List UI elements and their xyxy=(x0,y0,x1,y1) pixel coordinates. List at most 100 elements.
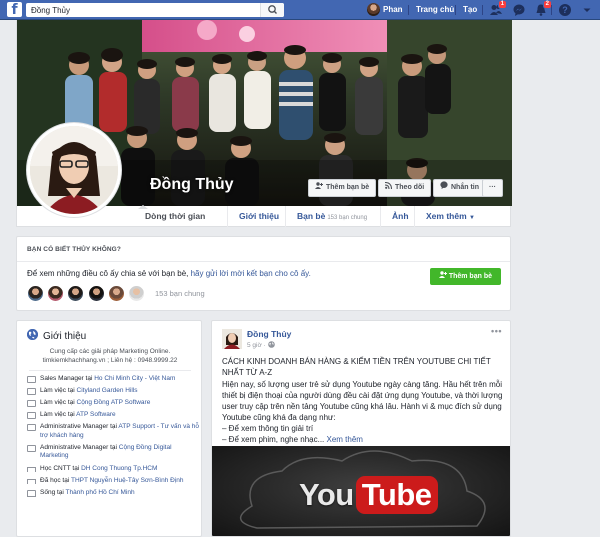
post-author-avatar[interactable] xyxy=(222,329,242,349)
tab-about[interactable]: Giới thiệu xyxy=(227,206,279,227)
intro-item-link[interactable]: Thành phố Hồ Chí Minh xyxy=(66,489,135,496)
mutual-friend-avatar[interactable] xyxy=(107,285,125,302)
intro-item-education: Học CNTT tại DH Cong Thuong Tp.HCM xyxy=(27,465,199,474)
intro-title-label: Giới thiệu xyxy=(43,331,87,342)
chevron-down-icon: ▼ xyxy=(469,215,475,221)
send-request-link[interactable]: hãy gửi lời mời kết bạn cho cô ấy. xyxy=(191,269,311,278)
see-more-link[interactable]: Xem thêm xyxy=(327,435,363,444)
mutual-friends-count[interactable]: 153 bạn chung xyxy=(155,289,205,298)
home-link[interactable]: Trang chủ xyxy=(416,3,454,17)
mutual-friend-avatar[interactable] xyxy=(87,285,105,302)
mutual-friend-avatar[interactable] xyxy=(47,285,65,302)
post-time-label: 5 giờ · xyxy=(247,342,268,349)
rss-icon xyxy=(384,180,393,196)
tab-more[interactable]: Xem thêm ▼ xyxy=(414,206,475,227)
messenger-icon[interactable] xyxy=(512,3,526,17)
dropdown-arrow-icon[interactable] xyxy=(580,3,594,17)
divider xyxy=(17,261,510,262)
add-friend-icon xyxy=(438,271,449,280)
friend-requests-icon[interactable]: 1 xyxy=(489,0,507,17)
bio-line-1: Cung cấp các giải pháp Marketing Online. xyxy=(49,348,171,355)
intro-title: Giới thiệu xyxy=(27,329,86,342)
divider xyxy=(29,370,191,371)
add-friend-button[interactable]: Thêm bạn bè xyxy=(308,179,377,197)
intro-item-education: Đã học tại THPT Nguyễn Huệ-Tây Sơn-Bình … xyxy=(27,477,199,486)
intro-item-prefix: Administrative Manager tại xyxy=(40,443,119,451)
post-image[interactable]: You Tube xyxy=(212,446,510,536)
post-author-name[interactable]: Đồng Thủy xyxy=(247,329,291,339)
intro-item-work: Administrative Manager tại Cộng Đồng Dig… xyxy=(27,444,199,461)
intro-item-link[interactable]: Cityland Garden Hills xyxy=(77,387,138,394)
briefcase-icon xyxy=(27,424,36,432)
messenger-small-icon xyxy=(440,180,448,196)
post-headline: CÁCH KINH DOANH BÁN HÀNG & KIẾM TIỀN TRÊ… xyxy=(222,357,491,377)
facebook-logo-icon[interactable]: f xyxy=(7,2,22,17)
create-link[interactable]: Tạo xyxy=(463,3,477,17)
intro-item-link[interactable]: Cộng Đồng ATP Software xyxy=(77,399,151,406)
briefcase-icon xyxy=(27,376,36,383)
tab-more-label: Xem thêm xyxy=(426,211,467,221)
tab-friends-mutual: 153 bạn chung xyxy=(327,215,368,221)
graduation-cap-icon xyxy=(27,478,36,484)
post-bullet-text: – Để xem phim, nghe nhạc... xyxy=(222,435,327,444)
follow-button[interactable]: Theo dõi xyxy=(378,179,432,197)
intro-item-link[interactable]: ATP Software xyxy=(76,411,116,418)
post-bullet: – Để xem phim, nghe nhạc... Xem thêm xyxy=(222,434,507,445)
profile-picture[interactable] xyxy=(26,122,122,218)
intro-item-prefix: Sống tại xyxy=(40,488,66,496)
follow-label: Theo dõi xyxy=(395,184,425,191)
message-button[interactable]: Nhắn tin xyxy=(433,179,486,197)
intro-item-work: Làm việc tại ATP Software xyxy=(27,411,199,420)
briefcase-icon xyxy=(27,400,36,408)
intro-item-prefix: Làm việc tại xyxy=(40,387,77,395)
profile-photo-illustration xyxy=(30,126,118,214)
mutual-friend-avatar[interactable] xyxy=(128,285,146,302)
youtube-logo: You Tube xyxy=(299,476,438,518)
post-timestamp[interactable]: 5 giờ · xyxy=(247,341,275,349)
add-friend-icon xyxy=(315,180,323,196)
add-friend-green-label: Thêm bạn bè xyxy=(448,273,492,280)
post-body-text: Hiện nay, số lượng user trẻ sử dụng Yout… xyxy=(222,380,503,422)
post-card: Đồng Thủy 5 giờ · ••• CÁCH KINH DOANH BÁ… xyxy=(211,320,511,537)
svg-text:?: ? xyxy=(562,5,568,15)
globe-icon xyxy=(267,341,275,349)
youtube-logo-you: You xyxy=(299,477,354,512)
briefcase-icon xyxy=(27,412,36,420)
tab-timeline[interactable]: Dòng thời gian xyxy=(145,206,205,227)
notifications-icon[interactable]: 2 xyxy=(534,0,552,17)
avatar xyxy=(367,3,380,17)
intro-item-prefix: Làm việc tại xyxy=(40,399,77,407)
post-options-button[interactable]: ••• xyxy=(491,326,502,336)
nav-divider xyxy=(551,5,552,15)
intro-item-link[interactable]: THPT Nguyễn Huệ-Tây Sơn-Bình Định xyxy=(71,477,184,484)
friend-requests-badge: 1 xyxy=(497,0,507,9)
bio-line-2: timkiemkhachhang.vn ; Liên hệ : 0948.999… xyxy=(42,357,178,364)
mutual-friend-avatar[interactable] xyxy=(27,285,44,302)
add-friend-green-button[interactable]: Thêm bạn bè xyxy=(429,268,501,285)
friend-suggestion-text: Để xem những điều cô ấy chia sẻ với bạn … xyxy=(27,269,311,278)
briefcase-icon xyxy=(27,444,36,452)
profile-name: Đồng Thủy xyxy=(150,176,234,193)
mutual-friend-avatar[interactable] xyxy=(67,285,85,302)
intro-item-prefix: Administrative Manager tại xyxy=(40,423,119,431)
nav-divider xyxy=(482,5,483,15)
more-options-button[interactable]: ··· xyxy=(482,179,503,197)
nav-divider xyxy=(455,5,456,15)
help-icon[interactable]: ? xyxy=(558,3,572,17)
briefcase-icon xyxy=(27,388,36,396)
intro-item-link[interactable]: DH Cong Thuong Tp.HCM xyxy=(81,465,157,472)
profile-shortcut[interactable]: Phan xyxy=(367,3,403,17)
add-friend-label: Thêm bạn bè xyxy=(326,184,370,191)
intro-item-work: Làm việc tại Cityland Garden Hills xyxy=(27,387,199,396)
search-input[interactable] xyxy=(26,3,254,17)
intro-item-link[interactable]: Ho Chi Minh City - Việt Nam xyxy=(94,375,175,382)
tab-friends-label: Bạn bè xyxy=(297,211,326,221)
tab-photos[interactable]: Ảnh xyxy=(380,206,409,227)
tab-friends[interactable]: Bạn bè 153 bạn chung xyxy=(285,206,367,227)
active-tab-indicator xyxy=(138,205,148,209)
search-box xyxy=(26,3,284,17)
search-button[interactable] xyxy=(260,3,284,17)
top-navigation-bar: f Phan Trang chủ Tạo 1 2 ? xyxy=(0,0,600,20)
intro-item-work: Sales Manager tại Ho Chi Minh City - Việ… xyxy=(27,375,199,384)
do-you-know-card: BẠN CÓ BIẾT THỦY KHÔNG? Để xem những điề… xyxy=(16,236,511,311)
